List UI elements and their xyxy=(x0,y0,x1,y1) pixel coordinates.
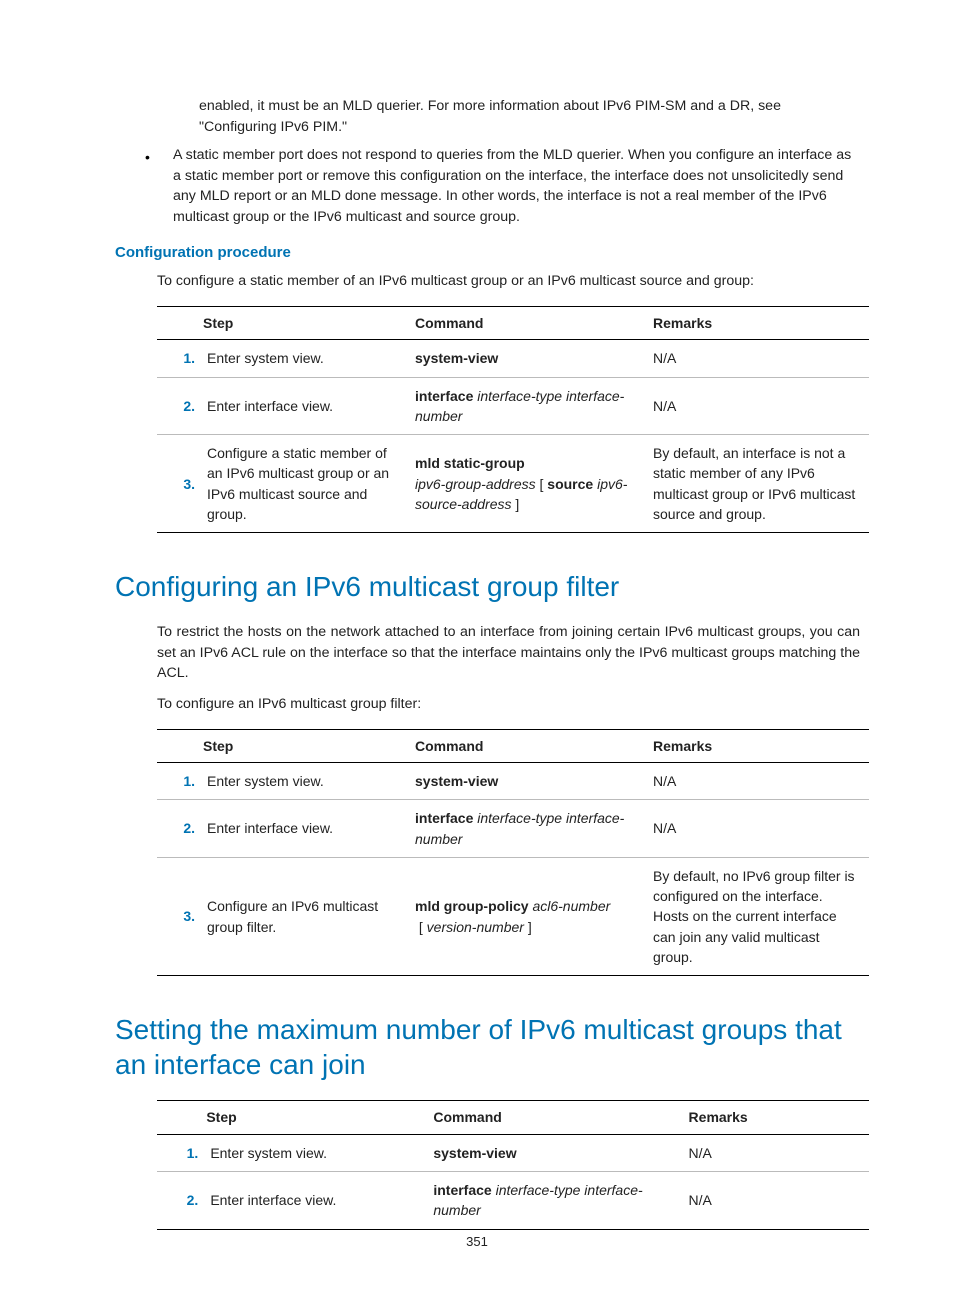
cmd-keyword: interface xyxy=(433,1182,491,1198)
table-row: 1. Enter system view. system-view N/A xyxy=(157,1134,869,1171)
subsection-heading: Configuration procedure xyxy=(115,242,860,264)
section-heading: Setting the maximum number of IPv6 multi… xyxy=(115,1012,860,1082)
col-command: Command xyxy=(411,306,649,339)
command-cell: system-view xyxy=(411,340,649,377)
col-step: Step xyxy=(203,306,411,339)
continuation-paragraph: enabled, it must be an MLD querier. For … xyxy=(199,96,860,137)
step-desc: Enter interface view. xyxy=(203,377,411,435)
cmd-keyword: interface xyxy=(415,810,473,826)
step-desc: Enter system view. xyxy=(206,1134,429,1171)
command-cell: system-view xyxy=(429,1134,684,1171)
cmd-bracket: ] xyxy=(524,919,532,935)
table-row: 2. Enter interface view. interface inter… xyxy=(157,1171,869,1229)
remarks-cell: By default, no IPv6 group filter is conf… xyxy=(649,857,869,975)
table-header-row: Step Command Remarks xyxy=(157,729,869,762)
remarks-cell: N/A xyxy=(649,340,869,377)
remarks-cell: N/A xyxy=(649,377,869,435)
table-row: 2. Enter interface view. interface inter… xyxy=(157,377,869,435)
col-remarks: Remarks xyxy=(649,729,869,762)
step-desc: Enter system view. xyxy=(203,762,411,799)
step-number: 3. xyxy=(157,435,203,533)
table-config-static: Step Command Remarks 1. Enter system vie… xyxy=(157,306,869,533)
body-paragraph: To restrict the hosts on the network att… xyxy=(157,622,860,684)
bullet-list: A static member port does not respond to… xyxy=(115,145,860,227)
step-desc: Configure a static member of an IPv6 mul… xyxy=(203,435,411,533)
col-remarks: Remarks xyxy=(649,306,869,339)
cmd-arg: version-number xyxy=(427,919,524,935)
lead-paragraph: To configure a static member of an IPv6 … xyxy=(157,271,860,292)
table-header-row: Step Command Remarks xyxy=(157,1101,869,1134)
step-number: 2. xyxy=(157,800,203,858)
cmd-keyword: system-view xyxy=(415,773,498,789)
section-heading: Configuring an IPv6 multicast group filt… xyxy=(115,569,860,604)
step-desc: Configure an IPv6 multicast group filter… xyxy=(203,857,411,975)
step-number: 3. xyxy=(157,857,203,975)
cmd-bracket: [ xyxy=(415,919,427,935)
remarks-cell: N/A xyxy=(685,1171,869,1229)
col-remarks: Remarks xyxy=(685,1101,869,1134)
page-number: 351 xyxy=(0,1233,954,1252)
step-desc: Enter system view. xyxy=(203,340,411,377)
col-step: Step xyxy=(206,1101,429,1134)
remarks-cell: N/A xyxy=(649,762,869,799)
command-cell: system-view xyxy=(411,762,649,799)
cmd-keyword: interface xyxy=(415,388,473,404)
command-cell: interface interface-type interface-numbe… xyxy=(429,1171,684,1229)
col-step: Step xyxy=(203,729,411,762)
table-row: 2. Enter interface view. interface inter… xyxy=(157,800,869,858)
cmd-keyword: source xyxy=(547,476,593,492)
table-group-filter: Step Command Remarks 1. Enter system vie… xyxy=(157,729,869,977)
cmd-arg: acl6-number xyxy=(532,898,610,914)
col-command: Command xyxy=(429,1101,684,1134)
table-header-row: Step Command Remarks xyxy=(157,306,869,339)
cmd-bracket: ] xyxy=(512,496,520,512)
cmd-keyword: system-view xyxy=(433,1145,516,1161)
command-cell: mld static-group ipv6-group-address [ so… xyxy=(411,435,649,533)
table-row: 3. Configure a static member of an IPv6 … xyxy=(157,435,869,533)
command-cell: interface interface-type interface-numbe… xyxy=(411,377,649,435)
table-row: 3. Configure an IPv6 multicast group fil… xyxy=(157,857,869,975)
lead-paragraph: To configure an IPv6 multicast group fil… xyxy=(157,694,860,715)
cmd-keyword: mld group-policy xyxy=(415,898,529,914)
step-desc: Enter interface view. xyxy=(203,800,411,858)
remarks-cell: By default, an interface is not a static… xyxy=(649,435,869,533)
cmd-arg: ipv6-group-address xyxy=(415,476,536,492)
step-number: 1. xyxy=(157,340,203,377)
table-row: 1. Enter system view. system-view N/A xyxy=(157,340,869,377)
table-row: 1. Enter system view. system-view N/A xyxy=(157,762,869,799)
step-number: 1. xyxy=(157,762,203,799)
cmd-keyword: mld static-group xyxy=(415,455,525,471)
step-number: 1. xyxy=(157,1134,206,1171)
step-desc: Enter interface view. xyxy=(206,1171,429,1229)
remarks-cell: N/A xyxy=(649,800,869,858)
step-number: 2. xyxy=(157,377,203,435)
cmd-bracket: [ xyxy=(536,476,548,492)
command-cell: mld group-policy acl6-number [ version-n… xyxy=(411,857,649,975)
table-max-groups: Step Command Remarks 1. Enter system vie… xyxy=(157,1100,869,1229)
bullet-item: A static member port does not respond to… xyxy=(115,145,860,227)
step-number: 2. xyxy=(157,1171,206,1229)
remarks-cell: N/A xyxy=(685,1134,869,1171)
cmd-keyword: system-view xyxy=(415,350,498,366)
col-command: Command xyxy=(411,729,649,762)
command-cell: interface interface-type interface-numbe… xyxy=(411,800,649,858)
